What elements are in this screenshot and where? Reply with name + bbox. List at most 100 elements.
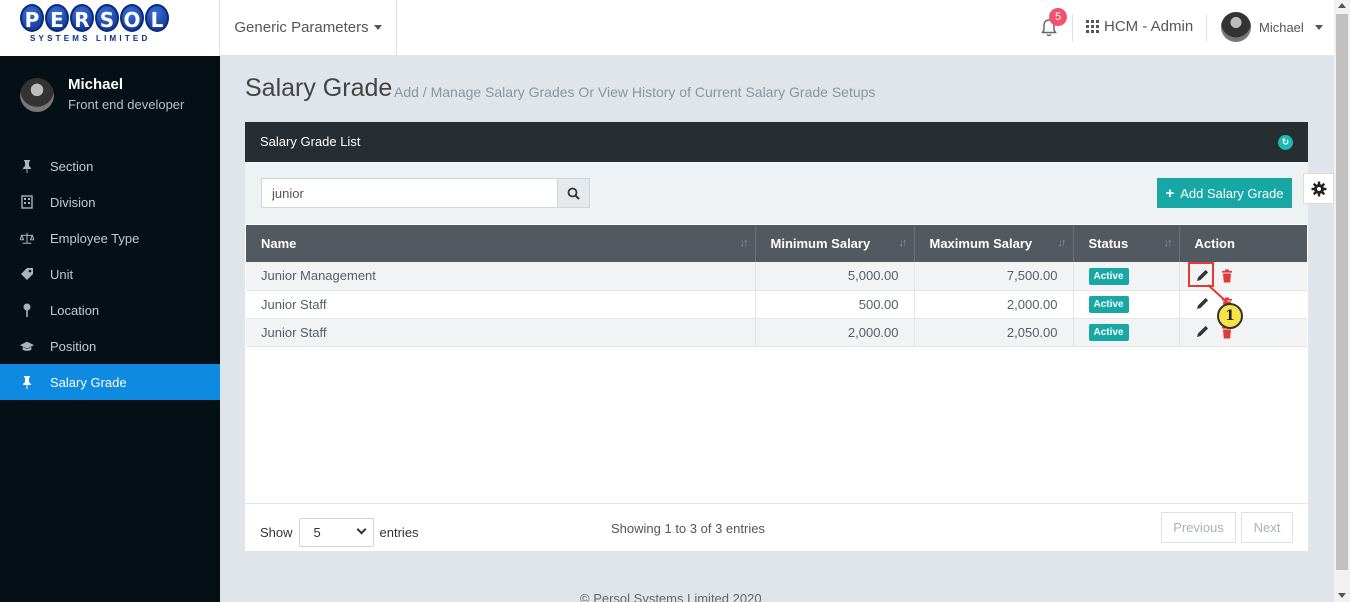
scale-icon [20,231,34,245]
status-badge: Active [1088,296,1129,313]
sidebar-item-location[interactable]: Location [0,292,220,328]
page-title: Salary Grade [245,74,393,102]
column-header-minimum-salary[interactable]: Minimum Salary ↓↑ [755,225,915,262]
caret-down-icon [373,25,382,30]
cell-status: Active [1073,262,1180,290]
user-menu[interactable]: Michael [1221,12,1323,42]
entries-select-value: 5 [313,525,321,540]
sidebar-item-unit[interactable]: Unit [0,256,220,292]
column-label: Minimum Salary [770,236,871,251]
search-input[interactable] [261,178,558,208]
sort-icon: ↓↑ [1163,237,1173,249]
gear-icon [1311,181,1326,196]
apps-grid-icon [1086,20,1099,33]
column-header-status[interactable]: Status ↓↑ [1073,225,1180,262]
avatar [20,78,54,112]
entries-select[interactable]: 5 [298,518,374,547]
logo-letter: P [20,4,44,32]
app-switcher[interactable]: HCM - Admin [1086,18,1193,35]
cell-name: Junior Staff [246,318,756,346]
map-pin-icon [20,303,34,317]
search-button[interactable] [557,178,590,208]
chevron-down-icon [356,524,366,535]
caret-down-icon [1314,24,1323,30]
sidebar-item-label: Location [50,302,100,318]
column-label: Maximum Salary [929,236,1033,251]
app-name: HCM - Admin [1104,18,1194,35]
previous-button[interactable]: Previous [1161,512,1236,543]
sidebar-item-employee-type[interactable]: Employee Type [0,220,220,256]
logo-letters: P E R S O L [20,4,169,32]
sidebar-item-division[interactable]: Division [0,184,220,220]
copyright: © Persol Systems Limited 2020 [580,591,762,602]
plus-icon: + [1165,184,1175,202]
show-label: Show [260,525,293,540]
cell-action [1179,318,1307,346]
generic-parameters-dropdown[interactable]: Generic Parameters [219,0,397,56]
sidebar: Michael Front end developer Section Divi… [0,56,220,602]
settings-toggle[interactable] [1303,173,1334,204]
column-header-action: Action [1179,225,1307,262]
table-row: Junior Staff 500.00 2,000.00 Active [246,290,1307,318]
persol-logo[interactable]: P E R S O L SYSTEMS LIMITED [0,0,220,56]
sidebar-item-position[interactable]: Position [0,328,220,364]
sidebar-item-section[interactable]: Section [0,148,220,184]
column-label: Name [261,236,297,251]
edit-icon[interactable] [1195,297,1209,311]
sidebar-item-label: Salary Grade [50,374,127,390]
sidebar-item-label: Employee Type [50,230,140,246]
profile-name: Michael [68,76,124,93]
sort-icon: ↓↑ [1057,237,1067,249]
cell-maximum-salary: 2,000.00 [914,290,1074,318]
status-badge: Active [1088,324,1129,341]
table-row: Junior Management 5,000.00 7,500.00 Acti… [246,262,1307,290]
cell-name: Junior Staff [246,290,756,318]
logo-letter: L [145,4,169,32]
sidebar-item-label: Position [50,338,97,354]
page-subtitle: Add / Manage Salary Grades Or View Histo… [394,84,876,100]
pin-icon [20,159,34,173]
add-salary-grade-button[interactable]: + Add Salary Grade [1157,178,1292,208]
sort-icon: ↓↑ [898,237,908,249]
sidebar-nav: Section Division Employee Type Unit Loca… [0,148,220,400]
user-name: Michael [1259,19,1304,35]
scroll-up-icon[interactable] [1338,3,1346,8]
sidebar-item-label: Division [50,194,96,210]
entries-length-control: Show 5 entries [260,518,419,547]
next-button[interactable]: Next [1241,512,1293,543]
delete-icon[interactable] [1221,269,1233,283]
cell-name: Junior Management [246,262,756,290]
card-toolbar: + Add Salary Grade [245,162,1308,224]
logo-letter: E [45,4,69,32]
card-title: Salary Grade List [260,134,361,149]
add-button-label: Add Salary Grade [1180,185,1284,201]
table-info: Showing 1 to 3 of 3 entries [611,521,765,536]
scroll-down-icon[interactable] [1338,593,1346,598]
table-row: Junior Staff 2,000.00 2,050.00 Active [246,318,1307,346]
table-header-row: Name ↓↑ Minimum Salary ↓↑ Maximum Salary ↓↑… [246,225,1307,262]
divider [245,503,1308,504]
column-header-maximum-salary[interactable]: Maximum Salary ↓↑ [914,225,1074,262]
avatar [1221,12,1251,42]
edit-icon[interactable] [1195,325,1209,339]
scrollbar-thumb[interactable] [1336,14,1348,570]
refresh-icon[interactable]: ↻ [1278,135,1293,150]
entries-label: entries [379,525,419,540]
tag-icon [20,267,34,281]
card-header: Salary Grade List ↻ [245,122,1308,162]
cell-minimum-salary: 2,000.00 [755,318,915,346]
graduation-cap-icon [20,339,34,353]
cell-status: Active [1073,318,1180,346]
cell-maximum-salary: 7,500.00 [914,262,1074,290]
cell-minimum-salary: 500.00 [755,290,915,318]
step-callout: 1 [1217,303,1243,329]
cell-status: Active [1073,290,1180,318]
logo-letter: O [120,4,144,32]
column-header-name[interactable]: Name ↓↑ [246,225,756,262]
sidebar-item-salary-grade[interactable]: Salary Grade [0,364,220,400]
salary-grade-table: Name ↓↑ Minimum Salary ↓↑ Maximum Salary ↓↑… [246,225,1307,347]
column-label: Status [1088,236,1129,251]
divider [1072,14,1073,42]
cell-action [1179,290,1307,318]
search-icon [567,187,580,200]
